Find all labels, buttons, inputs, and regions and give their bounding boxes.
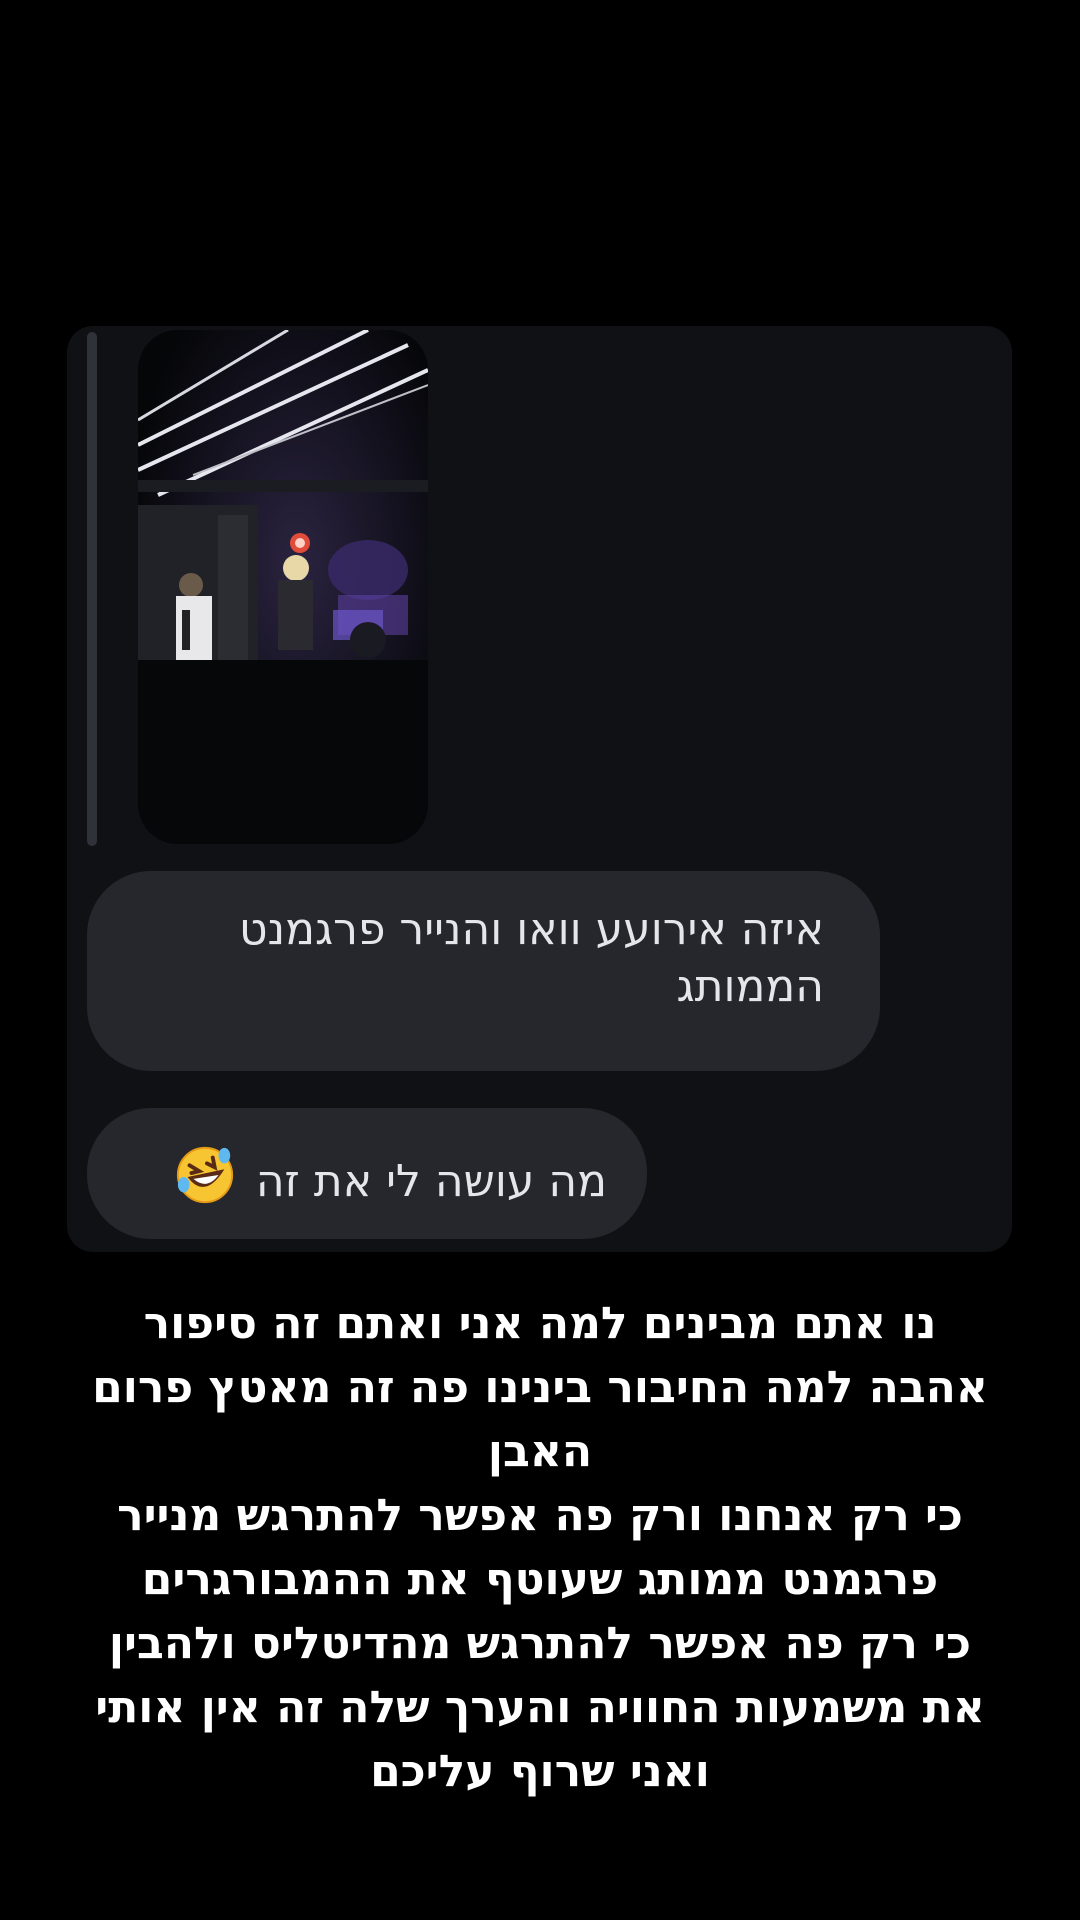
message-text: מה עושה לי את זה <box>255 1156 607 1207</box>
caption-line: נו אתם מבינים למה אני ואתם זה סיפור <box>143 1298 937 1349</box>
caption-line: אהבה למה החיבור בינינו פה זה מאטץ פרום <box>92 1362 988 1413</box>
message-text: איזה אירועע וואו והנייר פרגמנט הממותג <box>238 904 824 1012</box>
story-thumbnail[interactable] <box>138 330 428 844</box>
caption-line: כי רק אנחנו ורק פה אפשר להתרגש מנייר <box>117 1490 963 1541</box>
dm-conversation-card: איזה אירועע וואו והנייר פרגמנט הממותג מה… <box>67 326 1012 1252</box>
story-caption: נו אתם מבינים למה אני ואתם זה סיפור אהבה… <box>40 1292 1040 1804</box>
caption-line: האבן <box>487 1426 593 1477</box>
caption-line: פרגמנט ממותג שעוטף את ההמבורגרים <box>141 1554 939 1605</box>
caption-line: את משמעות החוויה והערך שלה זה אין אותי <box>95 1682 985 1733</box>
message-bubble[interactable]: איזה אירועע וואו והנייר פרגמנט הממותג <box>87 871 880 1071</box>
story-reply-bar <box>87 332 97 846</box>
rolling-on-floor-laughing-icon <box>174 1144 236 1206</box>
concert-stage-photo <box>138 330 428 844</box>
caption-line: כי רק פה אפשר להתרגש מהדיטליס ולהבין <box>108 1618 972 1669</box>
caption-line: ואני שרוף עליכם <box>370 1746 710 1797</box>
message-bubble[interactable]: מה עושה לי את זה <box>87 1108 647 1239</box>
